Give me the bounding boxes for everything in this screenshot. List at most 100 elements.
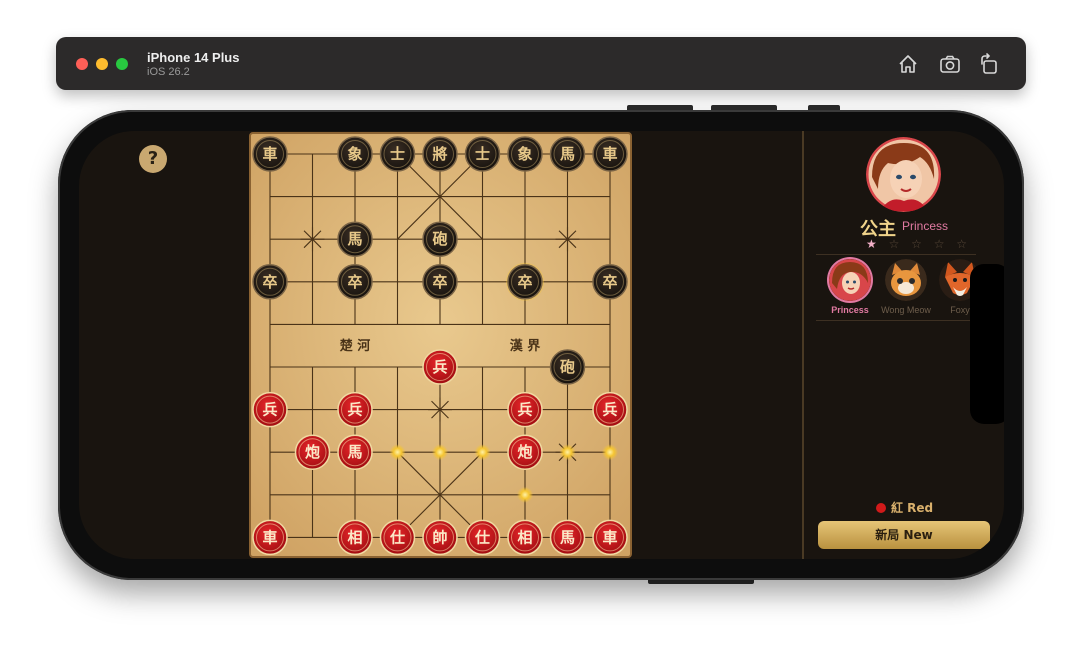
piece-label: 車: [262, 145, 277, 163]
move-hint-dot[interactable]: [474, 444, 491, 461]
piece-label: 兵: [602, 401, 617, 419]
rotate-icon[interactable]: [978, 53, 1000, 75]
separator: [816, 254, 976, 255]
piece-label: 車: [602, 145, 617, 163]
opponent-avatar: [866, 137, 941, 212]
piece-label: 兵: [262, 401, 277, 419]
red-piece[interactable]: 馬: [337, 434, 373, 470]
black-piece[interactable]: 馬: [337, 221, 373, 257]
red-piece[interactable]: 兵: [252, 391, 288, 428]
app-screen: ? 楚 河 漢 界 車象士將士象馬車馬砲卒卒 卒 卒 卒 砲 兵 兵 兵 兵 兵…: [79, 131, 1004, 559]
red-piece[interactable]: 兵: [337, 391, 373, 428]
piece-label: 仕: [474, 528, 490, 546]
red-piece[interactable]: 仕: [464, 519, 501, 556]
panel-divider: [802, 131, 804, 559]
red-piece[interactable]: 兵: [422, 349, 458, 385]
piece-label: 卒: [262, 273, 277, 291]
black-piece[interactable]: 馬: [549, 136, 586, 172]
piece-label: 卒: [517, 273, 532, 291]
red-piece[interactable]: 馬: [549, 519, 586, 556]
dynamic-island: [970, 264, 1004, 424]
piece-label: 兵: [347, 401, 362, 419]
device-name: iPhone 14 Plus: [147, 50, 240, 65]
black-piece[interactable]: 士: [379, 136, 416, 172]
piece-label: 士: [390, 145, 405, 163]
piece-label: 卒: [347, 273, 362, 291]
opponent-label-princess: Princess: [831, 305, 869, 315]
piece-label: 兵: [517, 401, 532, 419]
home-icon[interactable]: [897, 53, 919, 75]
move-hint-dot[interactable]: [517, 486, 533, 503]
move-hint-dot[interactable]: [559, 444, 576, 461]
piece-label: 象: [517, 145, 532, 163]
opponent-name-en: Princess: [902, 219, 949, 233]
red-piece[interactable]: 兵: [507, 391, 543, 428]
red-piece[interactable]: 相: [337, 519, 373, 556]
opponent-label-wong-meow: Wong Meow: [881, 305, 931, 315]
black-piece[interactable]: 將: [422, 136, 458, 172]
zoom-window-button[interactable]: [116, 58, 128, 70]
black-piece[interactable]: 象: [337, 136, 373, 172]
red-piece[interactable]: 車: [592, 519, 628, 556]
piece-label: 馬: [347, 230, 362, 248]
black-piece[interactable]: 卒: [337, 264, 373, 300]
opponent-option-princess[interactable]: [829, 259, 871, 301]
black-piece[interactable]: 車: [592, 136, 628, 172]
move-hint-dot[interactable]: [432, 444, 448, 461]
piece-label: 炮: [517, 443, 532, 461]
black-piece[interactable]: 砲: [549, 349, 586, 385]
piece-label: 馬: [560, 528, 575, 546]
separator: [816, 320, 976, 321]
new-game-button[interactable]: 新局 New: [818, 521, 990, 549]
piece-label: 馬: [560, 145, 575, 163]
simulator-titlebar: iPhone 14 Plus iOS 26.2: [56, 37, 1026, 90]
black-piece[interactable]: 卒: [422, 264, 458, 300]
black-piece[interactable]: 卒: [506, 262, 544, 301]
red-piece[interactable]: 相: [507, 519, 543, 556]
piece-label: 車: [262, 528, 277, 546]
difficulty-stars: ★ ☆ ☆ ☆ ☆: [866, 237, 971, 251]
black-piece[interactable]: 車: [252, 136, 288, 172]
close-window-button[interactable]: [76, 58, 88, 70]
black-piece[interactable]: 砲: [422, 221, 458, 257]
star-filled-icon: ★: [866, 237, 881, 251]
black-piece[interactable]: 卒: [592, 264, 628, 300]
move-hint-dot[interactable]: [602, 444, 618, 461]
turn-label: 紅 Red: [891, 501, 934, 515]
red-piece[interactable]: 炮: [294, 434, 331, 470]
red-piece[interactable]: 炮: [507, 434, 543, 470]
piece-label: 炮: [305, 443, 320, 461]
star-empty-icon: ☆ ☆ ☆ ☆: [888, 237, 972, 251]
black-piece[interactable]: 象: [507, 136, 543, 172]
piece-label: 砲: [431, 230, 447, 248]
red-piece[interactable]: 兵: [592, 391, 628, 428]
red-piece[interactable]: 仕: [379, 519, 416, 556]
piece-label: 象: [347, 145, 362, 163]
move-hint-dot[interactable]: [389, 444, 406, 461]
red-piece[interactable]: 帥: [422, 519, 458, 556]
piece-label: 相: [517, 528, 532, 546]
piece-label: 兵: [432, 358, 447, 376]
river-label-han-jie: 漢 界: [510, 338, 541, 354]
princess-portrait-icon: [866, 137, 941, 212]
black-piece[interactable]: 卒: [252, 264, 288, 300]
piece-label: 馬: [347, 443, 362, 461]
piece-label: 卒: [602, 273, 617, 291]
minimize-window-button[interactable]: [96, 58, 108, 70]
opponent-option-wong-meow[interactable]: [885, 259, 927, 301]
piece-label: 車: [602, 528, 617, 546]
princess-avatar-icon: [829, 259, 871, 301]
piece-label: 士: [475, 145, 490, 163]
piece-label: 仕: [389, 528, 405, 546]
piece-label: 砲: [559, 358, 575, 376]
piece-label: 帥: [432, 528, 447, 546]
xiangqi-board[interactable]: 楚 河 漢 界 車象士將士象馬車馬 砲卒卒卒卒卒砲兵兵兵兵兵炮馬炮車相仕帥仕相馬車: [79, 131, 1004, 559]
piece-label: 將: [432, 145, 447, 163]
black-piece[interactable]: 士: [464, 136, 501, 172]
red-dot-icon: [876, 503, 886, 513]
red-piece[interactable]: 車: [252, 519, 288, 556]
piece-label: 卒: [432, 273, 447, 291]
cat-avatar-icon: [885, 259, 927, 301]
river-label-chu-he: 楚 河: [340, 338, 371, 354]
screenshot-icon[interactable]: [939, 53, 961, 75]
